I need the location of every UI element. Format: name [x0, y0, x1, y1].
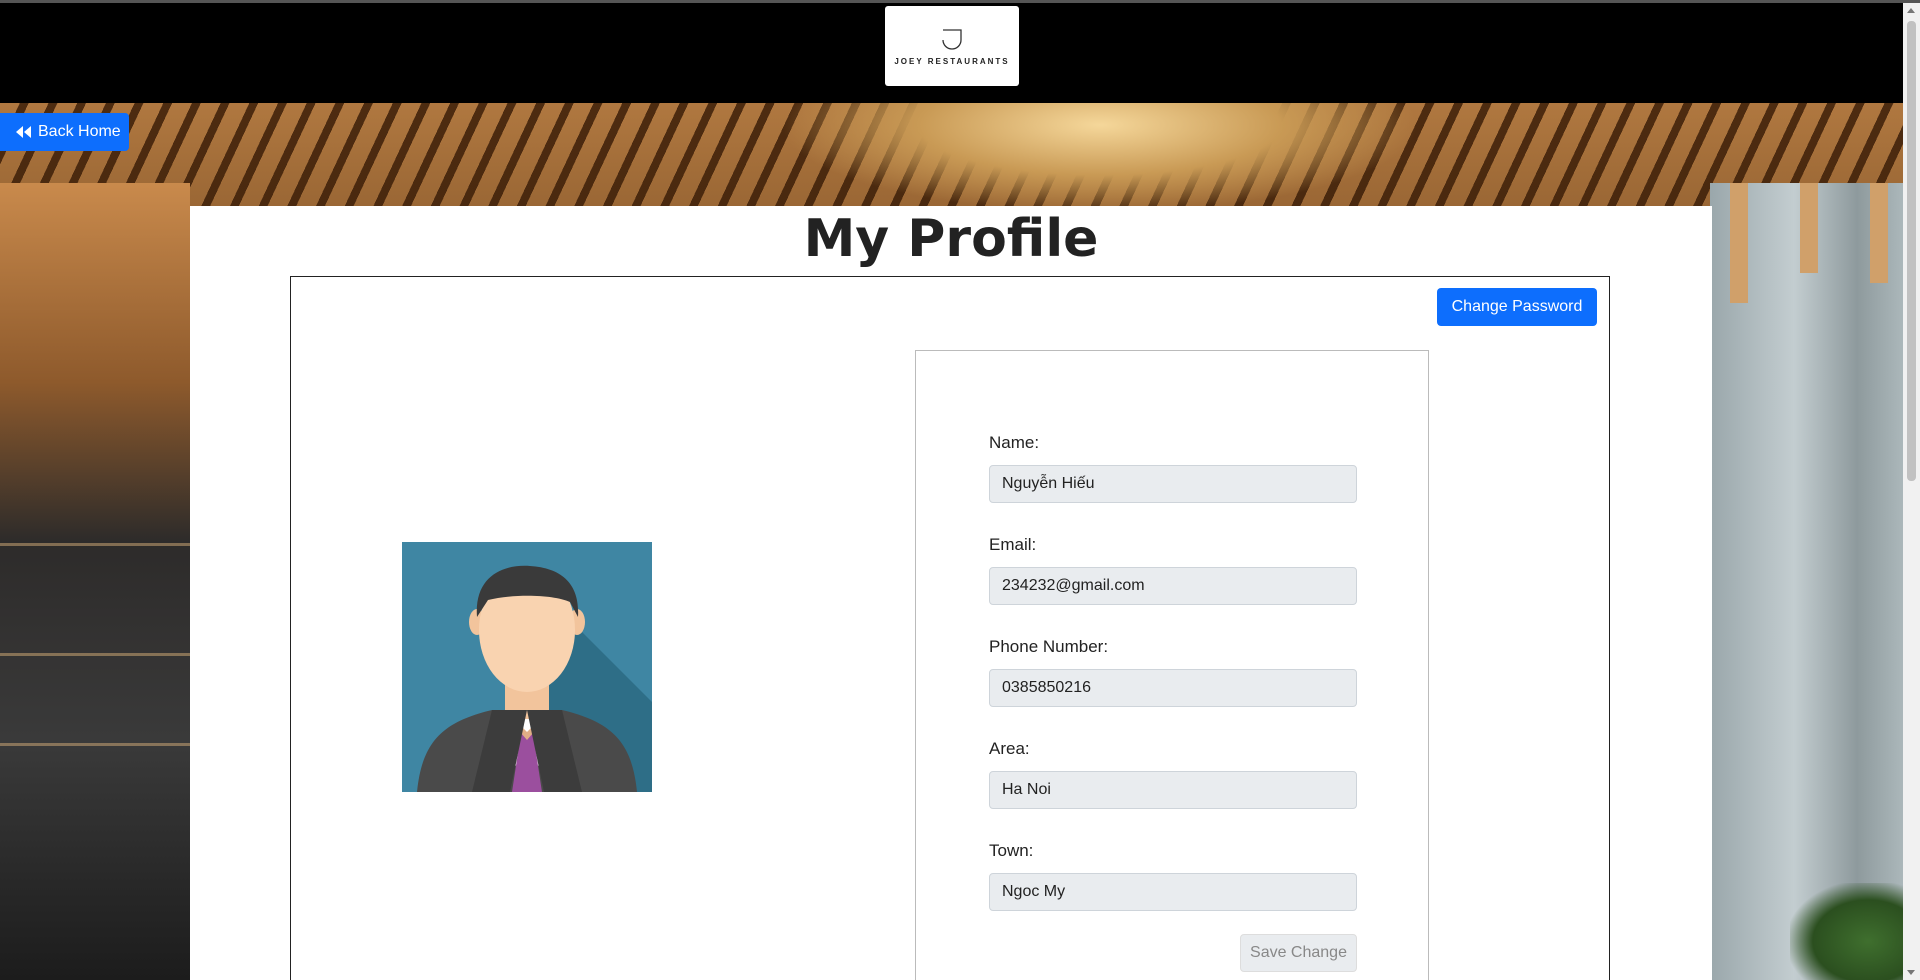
businessman-avatar-icon: [402, 542, 652, 792]
save-change-button[interactable]: Save Change: [1240, 934, 1357, 972]
phone-input[interactable]: 0385850216: [989, 669, 1357, 707]
area-input[interactable]: Ha Noi: [989, 771, 1357, 809]
profile-panel: My Profile Change Password Name: Nguyễn …: [190, 206, 1712, 980]
profile-form: Name: Nguyễn Hiếu Email: 234232@gmail.co…: [915, 350, 1429, 980]
scroll-thumb[interactable]: [1907, 21, 1916, 481]
name-field-group: Name: Nguyễn Hiếu: [989, 433, 1357, 503]
email-label: Email:: [989, 535, 1037, 554]
area-label: Area:: [989, 739, 1030, 758]
logo-icon: [942, 28, 962, 50]
phone-field-group: Phone Number: 0385850216: [989, 637, 1357, 707]
page-title: My Profile: [803, 209, 1099, 269]
area-field-group: Area: Ha Noi: [989, 739, 1357, 809]
top-header: JOEY RESTAURANTS: [0, 0, 1920, 103]
scroll-down-arrow-icon[interactable]: [1907, 970, 1915, 975]
restaurant-logo[interactable]: JOEY RESTAURANTS: [885, 6, 1019, 86]
back-home-label: Back Home: [38, 123, 121, 140]
email-input[interactable]: 234232@gmail.com: [989, 567, 1357, 605]
town-input[interactable]: Ngoc My: [989, 873, 1357, 911]
email-field-group: Email: 234232@gmail.com: [989, 535, 1357, 605]
name-label: Name:: [989, 433, 1040, 452]
scroll-up-arrow-icon[interactable]: [1907, 8, 1915, 13]
page-scrollbar[interactable]: [1903, 3, 1920, 980]
name-input[interactable]: Nguyễn Hiếu: [989, 465, 1357, 503]
town-label: Town:: [989, 841, 1034, 860]
profile-card: Change Password Name: Nguyễn Hiếu Email:…: [290, 276, 1610, 980]
town-field-group: Town: Ngoc My: [989, 841, 1357, 911]
phone-label: Phone Number:: [989, 637, 1109, 656]
change-password-button[interactable]: Change Password: [1437, 288, 1597, 326]
back-home-button[interactable]: Back Home: [0, 113, 129, 151]
avatar: [402, 542, 652, 792]
logo-text: JOEY RESTAURANTS: [894, 56, 1010, 66]
double-chevron-left-icon: [16, 126, 31, 138]
